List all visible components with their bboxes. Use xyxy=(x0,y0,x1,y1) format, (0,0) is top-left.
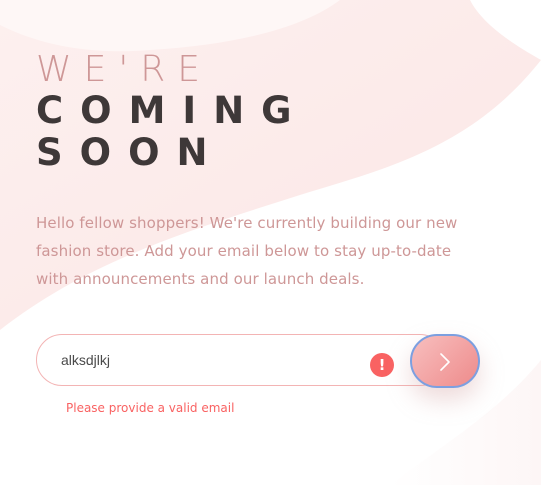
error-icon: ! xyxy=(370,353,394,377)
chevron-right-icon xyxy=(440,353,450,371)
intro-text: Hello fellow shoppers! We're currently b… xyxy=(36,214,458,288)
heading-line-3: SOON xyxy=(36,131,225,174)
submit-button[interactable] xyxy=(410,334,480,388)
heading-line-1: WE'RE xyxy=(36,49,212,90)
email-signup-form: ! xyxy=(36,334,481,390)
page-heading: WE'RE COMING SOON xyxy=(36,50,309,174)
coming-soon-page: WE'RE COMING SOON Hello fellow shoppers!… xyxy=(0,0,541,485)
heading-line-2: COMING xyxy=(36,89,309,132)
error-message: Please provide a valid email xyxy=(66,401,235,415)
